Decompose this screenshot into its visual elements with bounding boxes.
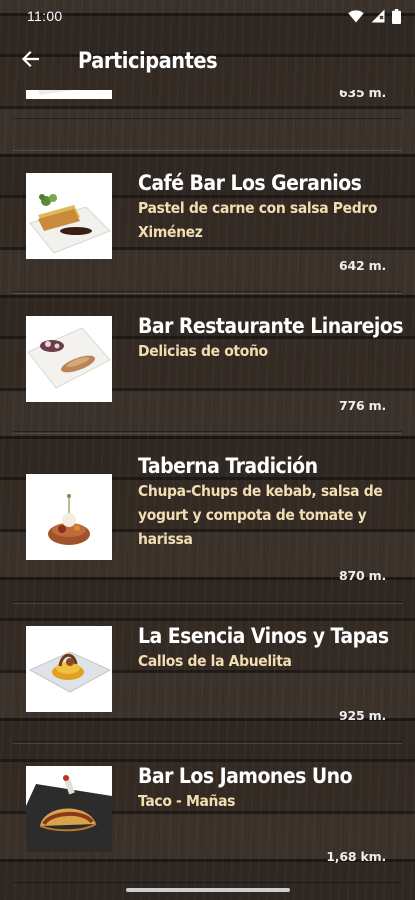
participant-distance: 642 m. [338,258,386,273]
participant-card[interactable]: 635 m. [13,90,402,119]
participant-dish: Pastel de carne con salsa Pedro Ximénez [138,199,378,241]
participant-dish: Taco - Mañas [138,792,236,810]
participants-list[interactable]: 635 m. Café Bar Los Geranios Pastel de c… [0,90,415,900]
status-time: 11:00 [27,8,63,24]
participant-distance: 870 m. [338,568,386,583]
participant-card[interactable]: Café Bar Los Geranios Pastel de carne co… [13,150,402,292]
taco-photo [26,766,112,852]
participant-card[interactable]: Bar Restaurante Linarejos Delicias de ot… [13,293,404,432]
participant-distance: 1,68 km. [326,849,386,864]
wifi-icon [348,9,364,23]
participant-name: Bar Los Jamones Uno [138,764,353,788]
participant-name: Bar Restaurante Linarejos [138,314,404,338]
page-title: Participantes [78,48,218,74]
participant-distance: 635 m. [338,90,386,100]
signal-icon [371,9,385,23]
participant-name: La Esencia Vinos y Tapas [138,624,389,648]
participant-name: Café Bar Los Geranios [138,171,362,195]
participant-card[interactable]: Bar Los Jamones Uno Taco - Mañas 1,68 km… [13,743,402,883]
participant-card[interactable]: La Esencia Vinos y Tapas Callos de la Ab… [13,603,402,742]
participant-dish: Callos de la Abuelita [138,652,292,670]
callos-photo [26,626,112,712]
participant-distance: 776 m. [338,398,386,413]
participant-dish: Chupa-Chups de kebab, salsa de yogurt y … [138,482,383,548]
participant-dish: Delicias de otoño [138,342,268,360]
status-bar: 11:00 [0,0,415,32]
kebab-lollipop-photo [26,474,112,560]
back-arrow-icon [21,50,40,72]
screen: 11:00 Participantes 635 m. Café Bar Los … [0,0,415,900]
home-indicator[interactable] [125,888,290,892]
participant-distance: 925 m. [338,708,386,723]
battery-icon [392,8,401,24]
plated-dish-photo [26,90,112,99]
participant-card[interactable]: Taberna Tradición Chupa-Chups de kebab, … [13,433,402,602]
autumn-dish-photo [26,316,112,402]
participant-name: Taberna Tradición [138,454,318,478]
meat-pie-photo [26,173,112,259]
status-icons [348,8,401,24]
back-button[interactable] [0,32,60,90]
app-bar: Participantes [0,32,415,90]
